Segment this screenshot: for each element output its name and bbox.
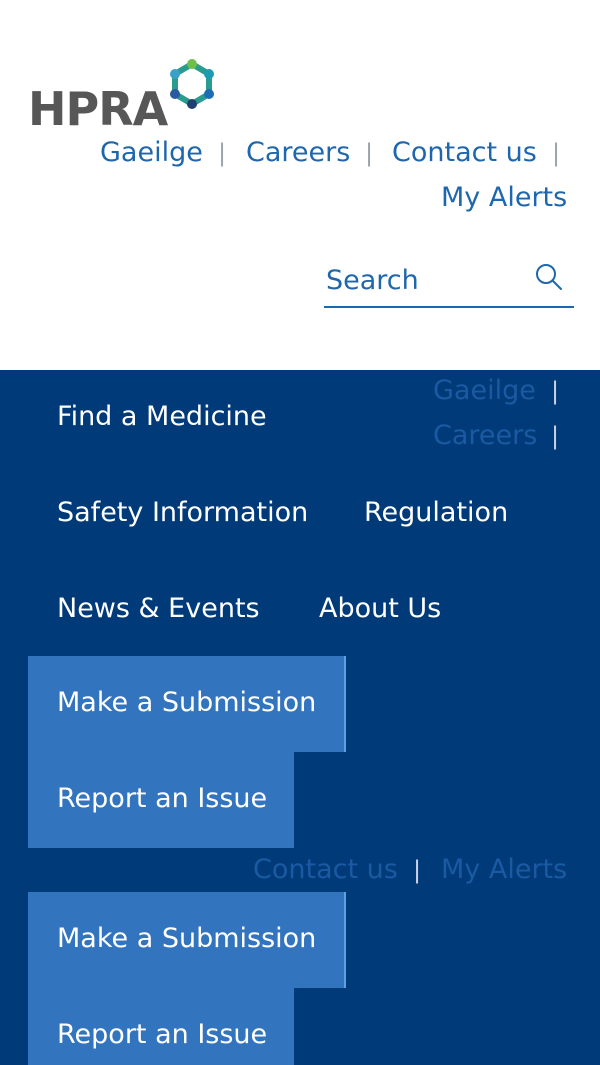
nav-ghost-link-careers[interactable]: Careers	[433, 420, 537, 452]
nav-item-news-events[interactable]: News & Events	[57, 592, 260, 626]
util-separator: |	[552, 139, 561, 167]
nav-ghost-separator: |	[413, 856, 422, 884]
search-icon[interactable]	[534, 262, 564, 292]
main-navigation: Gaeilge | Careers | Find a Medicine Safe…	[0, 370, 600, 1065]
search-box	[324, 254, 574, 308]
report-an-issue-button[interactable]: Report an Issue	[28, 988, 294, 1065]
nav-ghost-separator: |	[551, 377, 560, 405]
nav-ghost-separator: |	[551, 422, 560, 450]
util-separator: |	[218, 139, 227, 167]
search-input[interactable]	[326, 260, 526, 300]
util-link-careers[interactable]: Careers	[246, 137, 350, 169]
hpra-logo[interactable]: HPRA	[28, 58, 228, 134]
util-link-contact-us[interactable]: Contact us	[392, 137, 537, 169]
util-link-my-alerts[interactable]: My Alerts	[441, 182, 567, 214]
make-a-submission-button[interactable]: Make a Submission	[28, 892, 346, 988]
nav-ghost-link-contact-us[interactable]: Contact us	[253, 854, 398, 886]
nav-ghost-link-my-alerts[interactable]: My Alerts	[441, 854, 567, 886]
make-a-submission-button[interactable]: Make a Submission	[28, 656, 346, 752]
logo-text: HPRA	[28, 82, 168, 136]
nav-item-safety-information[interactable]: Safety Information	[57, 496, 308, 530]
util-link-gaeilge[interactable]: Gaeilge	[100, 137, 203, 169]
nav-item-find-a-medicine[interactable]: Find a Medicine	[57, 400, 267, 434]
nav-item-regulation[interactable]: Regulation	[364, 496, 508, 530]
nav-ghost-link-gaeilge[interactable]: Gaeilge	[433, 375, 536, 407]
molecule-logo-icon	[170, 59, 214, 109]
nav-item-about-us[interactable]: About Us	[319, 592, 441, 626]
report-an-issue-button[interactable]: Report an Issue	[28, 752, 294, 848]
util-separator: |	[365, 139, 374, 167]
site-header: HPRA Gaeilge | Careers | Contact us | My…	[0, 0, 600, 370]
